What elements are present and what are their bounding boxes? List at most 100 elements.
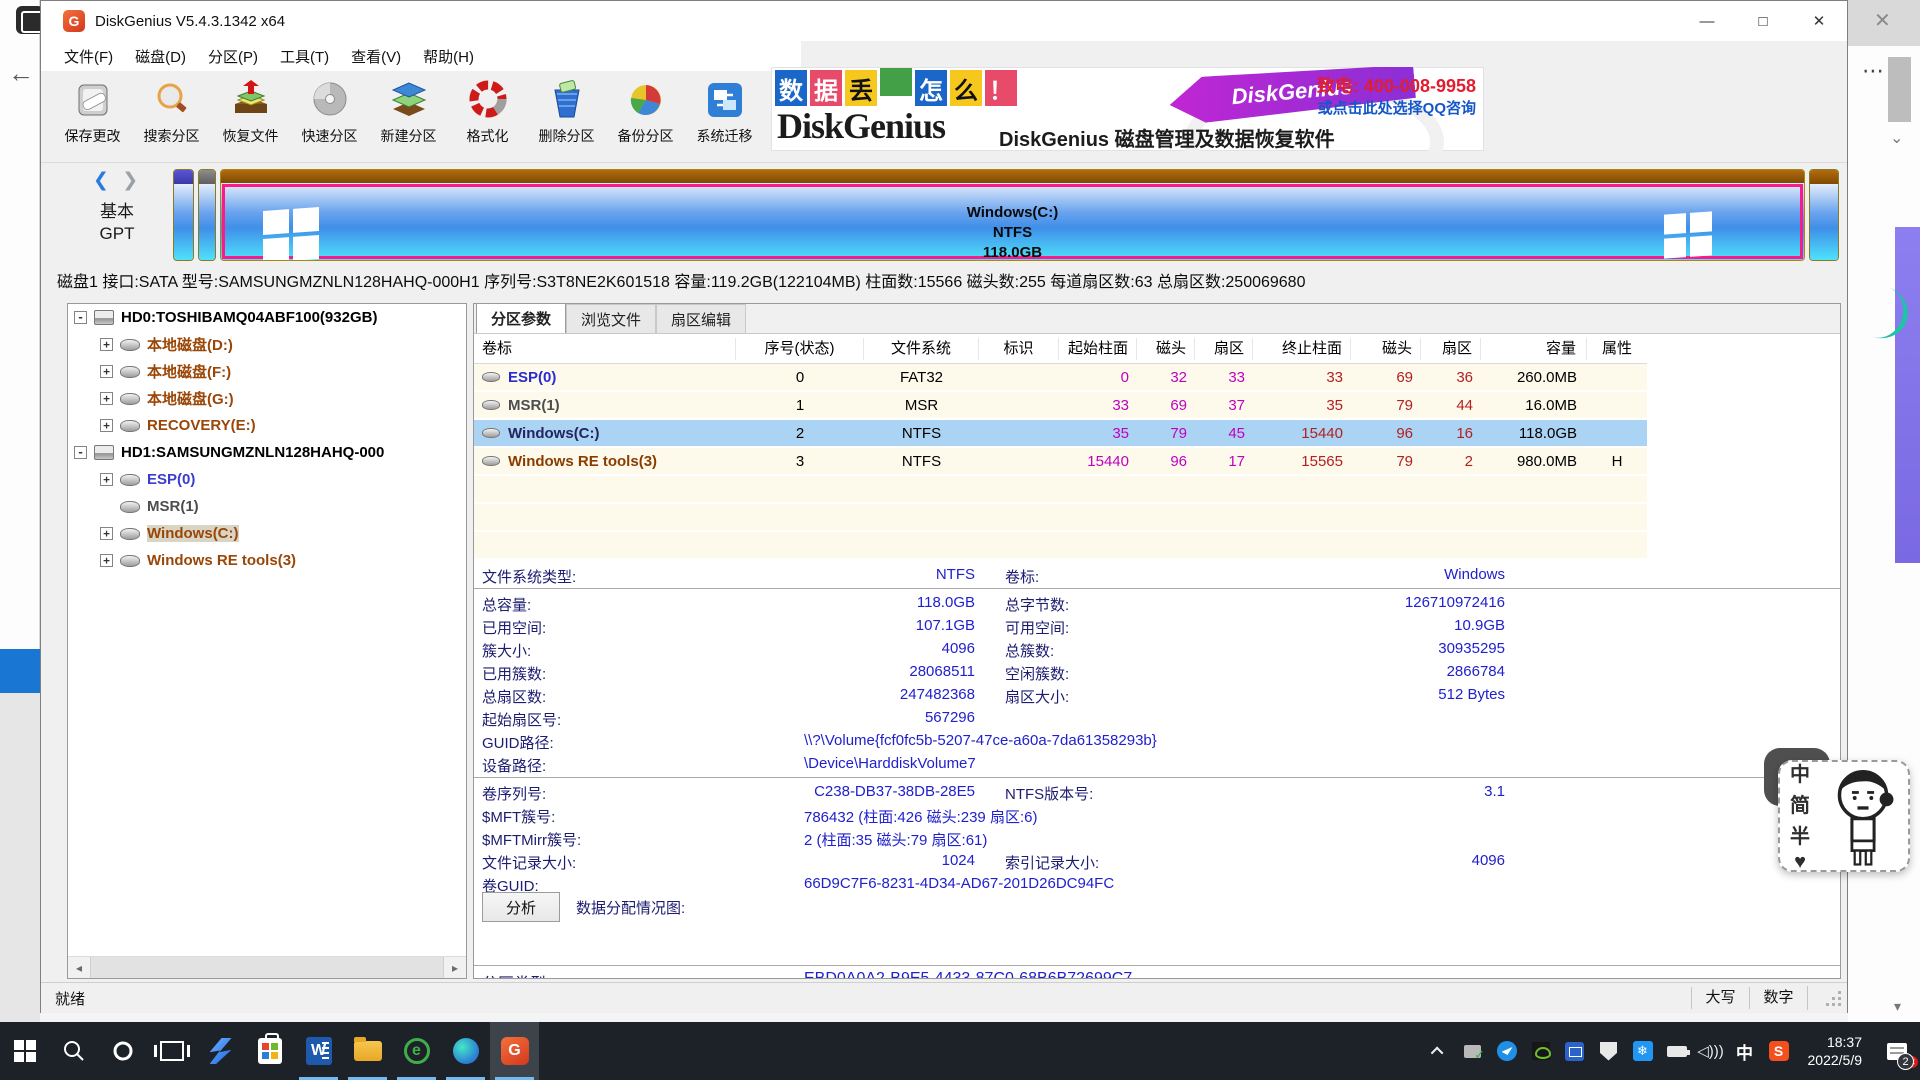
tree-item[interactable]: + Windows RE tools(3) (68, 547, 466, 574)
tray-security-button[interactable]: ✕ (1592, 1022, 1626, 1080)
task-view-button[interactable] (147, 1022, 196, 1080)
menu-item[interactable]: 分区(P) (197, 46, 269, 67)
word-button[interactable]: W (294, 1022, 343, 1080)
column-header[interactable]: 标识 (979, 338, 1059, 360)
delete-partition-button[interactable]: 删除分区 (527, 71, 606, 157)
tray-nvidia-button[interactable] (1524, 1022, 1558, 1080)
save-changes-button[interactable]: 保存更改 (53, 71, 132, 157)
tree-item[interactable]: - HD1:SAMSUNGMZNLN128HAHQ-000 (68, 439, 466, 466)
menu-item[interactable]: 工具(T) (269, 46, 340, 67)
taskbar-clock[interactable]: 18:37 2022/5/9 (1796, 1033, 1875, 1069)
column-header[interactable]: 属性 (1587, 338, 1647, 360)
tab[interactable]: 浏览文件 (566, 304, 656, 333)
tree-expander-icon[interactable]: + (100, 338, 113, 351)
background-more-icon[interactable]: ⋯ (1862, 58, 1886, 84)
column-header[interactable]: 终止柱面 (1253, 338, 1351, 360)
system-migration-button[interactable]: 系统迁移 (685, 71, 764, 157)
menu-item[interactable]: 文件(F) (53, 46, 124, 67)
tree-expander-icon[interactable]: + (100, 419, 113, 432)
tree-item[interactable]: + RECOVERY(E:) (68, 412, 466, 439)
minimize-button[interactable]: — (1679, 1, 1735, 41)
promo-banner[interactable]: 数据丢怎么！ DiskGenius DiskGenius 致电: 400-008… (771, 67, 1484, 151)
next-disk-arrow[interactable]: ❯ (122, 170, 138, 191)
partition-segment-re-tools[interactable] (1809, 169, 1839, 261)
column-header[interactable]: 文件系统 (864, 338, 979, 360)
column-header[interactable]: 起始柱面 (1059, 338, 1137, 360)
prev-disk-arrow[interactable]: ❮ (93, 170, 109, 191)
tray-intel-button[interactable] (1558, 1022, 1592, 1080)
tree-expander-icon[interactable]: - (74, 446, 87, 459)
tree-item[interactable]: + Windows(C:) (68, 520, 466, 547)
menu-item[interactable]: 磁盘(D) (124, 46, 197, 67)
tray-expand-button[interactable] (1422, 1022, 1456, 1080)
column-header[interactable]: 磁头 (1137, 338, 1195, 360)
quick-partition-button[interactable]: 快速分区 (290, 71, 369, 157)
menu-item[interactable]: 帮助(H) (412, 46, 485, 67)
tray-driver-button[interactable] (1456, 1022, 1490, 1080)
scrollbar-thumb[interactable] (90, 957, 444, 978)
taskbar-search-button[interactable] (49, 1022, 98, 1080)
tree-expander-icon[interactable]: + (100, 554, 113, 567)
banner-qq-link[interactable]: 或点击此处选择QQ咨询 (1318, 97, 1476, 118)
microsoft-store-button[interactable] (245, 1022, 294, 1080)
scroll-left-icon[interactable]: ◂ (68, 961, 90, 975)
column-header[interactable]: 扇区 (1195, 338, 1253, 360)
ime-status-box[interactable]: 中简半♥ (1778, 760, 1910, 872)
sogou-ime-widget[interactable]: 中简半♥ (1764, 748, 1914, 880)
new-partition-button[interactable]: 新建分区 (369, 71, 448, 157)
tree-expander-icon[interactable]: - (74, 311, 87, 324)
sogou-tray-button[interactable]: S (1762, 1022, 1796, 1080)
column-header[interactable]: 磁头 (1351, 338, 1421, 360)
partition-segment-windows-c[interactable]: Windows(C:) NTFS 118.0GB (220, 169, 1805, 261)
diskgenius-taskbar-button[interactable]: G (490, 1022, 539, 1080)
backup-partition-button[interactable]: 备份分区 (606, 71, 685, 157)
edge-button[interactable] (441, 1022, 490, 1080)
column-header[interactable]: 容量 (1481, 338, 1587, 360)
partition-segment-esp[interactable] (173, 169, 194, 261)
background-close-icon[interactable]: ✕ (1874, 8, 1891, 33)
tree-item[interactable]: + 本地磁盘(G:) (68, 385, 466, 412)
tree-item[interactable]: + 本地磁盘(F:) (68, 358, 466, 385)
action-center-button[interactable]: 2 (1874, 1022, 1920, 1080)
analyze-button[interactable]: 分析 (482, 892, 560, 922)
tree-item[interactable]: + 本地磁盘(D:) (68, 331, 466, 358)
partition-row[interactable]: Windows(C:) 2 NTFS 35 79 45 15440 96 16 … (474, 420, 1647, 448)
browser-360-button[interactable]: e (392, 1022, 441, 1080)
tray-snowflake-button[interactable]: ❄ (1626, 1022, 1660, 1080)
format-button[interactable]: 格式化 (448, 71, 527, 157)
tray-battery-button[interactable] (1660, 1022, 1694, 1080)
tab[interactable]: 分区参数 (476, 303, 566, 333)
maximize-button[interactable]: □ (1735, 1, 1791, 41)
column-header[interactable]: 序号(状态) (736, 338, 864, 360)
flash-center-button[interactable] (196, 1022, 245, 1080)
menu-item[interactable]: 查看(V) (340, 46, 412, 67)
partition-row[interactable]: ESP(0) 0 FAT32 0 32 33 33 69 36 260.0MB (474, 364, 1647, 392)
back-arrow-icon[interactable]: ← (8, 58, 34, 89)
column-header[interactable]: 卷标 (474, 338, 736, 360)
background-scrollbar[interactable] (1888, 57, 1911, 122)
partition-segment-msr[interactable] (198, 169, 216, 261)
tree-expander-icon[interactable]: + (100, 365, 113, 378)
tree-item[interactable]: MSR(1) (68, 493, 466, 520)
search-partition-button[interactable]: 搜索分区 (132, 71, 211, 157)
tree-horizontal-scrollbar[interactable]: ◂ ▸ (68, 956, 466, 978)
cortana-button[interactable] (98, 1022, 147, 1080)
tree-item[interactable]: + ESP(0) (68, 466, 466, 493)
scroll-right-icon[interactable]: ▸ (444, 961, 466, 975)
tab[interactable]: 扇区编辑 (656, 304, 746, 333)
start-button[interactable] (0, 1022, 49, 1080)
tree-expander-icon[interactable]: + (100, 392, 113, 405)
tray-volume-button[interactable]: ◁))) (1694, 1022, 1728, 1080)
column-header[interactable]: 扇区 (1421, 338, 1481, 360)
background-caret2-icon[interactable]: ▾ (1894, 998, 1901, 1015)
file-explorer-button[interactable] (343, 1022, 392, 1080)
tray-bluebird-button[interactable] (1490, 1022, 1524, 1080)
background-caret-icon[interactable]: ⌄ (1890, 128, 1903, 148)
partition-row[interactable]: Windows RE tools(3) 3 NTFS 15440 96 17 1… (474, 448, 1647, 476)
partition-row[interactable]: MSR(1) 1 MSR 33 69 37 35 79 44 16.0MB (474, 392, 1647, 420)
tree-expander-icon[interactable]: + (100, 473, 113, 486)
tree-item[interactable]: - HD0:TOSHIBAMQ04ABF100(932GB) (68, 304, 466, 331)
tree-expander-icon[interactable]: + (100, 527, 113, 540)
close-button[interactable]: ✕ (1791, 1, 1847, 41)
resize-grip[interactable] (1807, 986, 1847, 1010)
